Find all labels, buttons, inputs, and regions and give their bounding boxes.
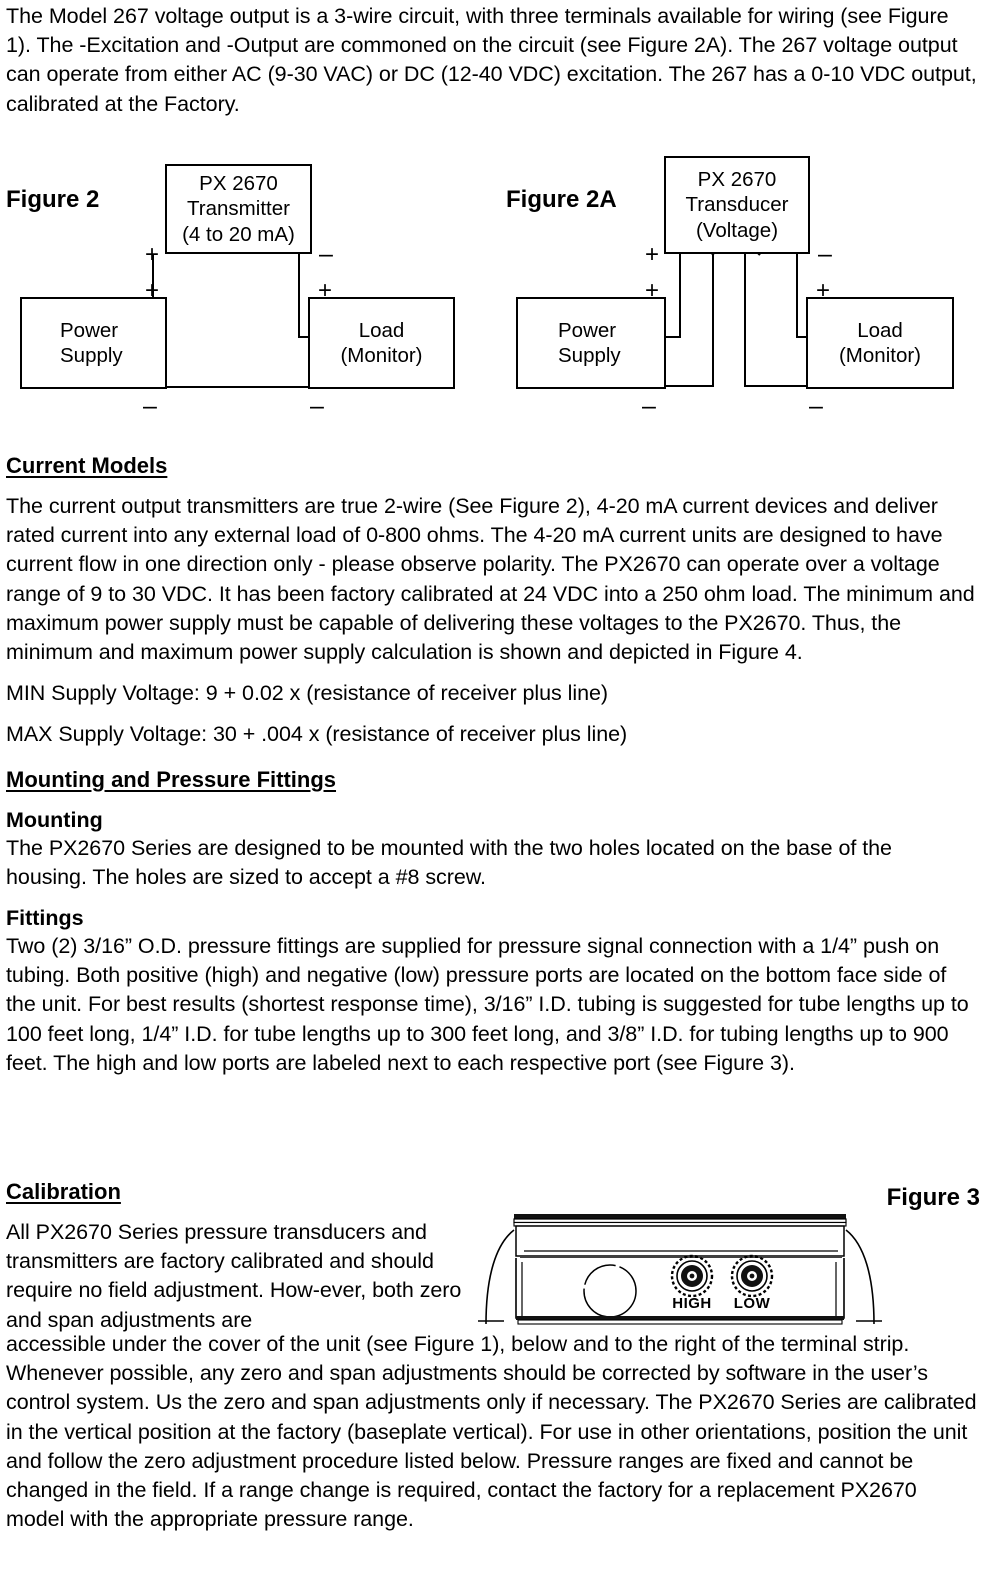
figure-3-low-port-label: LOW <box>734 1295 771 1312</box>
figure-2a: Figure 2A PX 2670 Transducer (Voltage) P… <box>494 150 988 425</box>
figure-3-high-port-label: HIGH <box>672 1295 712 1312</box>
current-models-paragraph: The current output transmitters are true… <box>6 494 975 635</box>
current-models-paragraph-continued: minimum and maximum power supply calcula… <box>6 640 803 665</box>
calibration-paragraph-continued: accessible under the cover of the unit (… <box>6 1332 977 1532</box>
figure-2a-wire-common-right-vert <box>744 250 747 387</box>
figure-2a-wire-common-left-vert <box>712 250 715 387</box>
figure-2-supply-plus-sign: + <box>145 277 160 304</box>
wiring-figures-row: Figure 2 PX 2670 Transmitter (4 to 20 mA… <box>0 150 988 425</box>
figure-2-power-supply-line1: Power <box>60 318 119 342</box>
figure-2-load-line2: (Monitor) <box>340 344 423 367</box>
figure-2a-transducer-line1: PX 2670 <box>697 167 777 191</box>
figure-2-load-plus-sign: + <box>318 277 333 304</box>
max-supply-voltage-formula: MAX Supply Voltage: 30 + .004 x (resista… <box>6 722 628 747</box>
fittings-paragraph: Two (2) 3/16” O.D. pressure fittings are… <box>6 934 969 1075</box>
intro-section: The Model 267 voltage output is a 3-wire… <box>0 2 988 119</box>
heading-mounting-and-pressure-fittings: Mounting and Pressure Fittings <box>6 766 337 792</box>
figure-3: Figure 3 HIGH LOW <box>470 1178 988 1333</box>
figure-2a-load-box: Load (Monitor) <box>806 297 954 389</box>
figure-2-power-supply-line2: Supply <box>60 344 123 367</box>
figure-2-load-line1: Load <box>358 318 405 342</box>
figure-2a-load-line2: (Monitor) <box>838 344 921 367</box>
subheading-fittings: Fittings <box>6 906 84 931</box>
calibration-continued-section: accessible under the cover of the unit (… <box>0 1330 988 1534</box>
calibration-section: Calibration All PX2670 Series pressure t… <box>0 1178 470 1335</box>
figure-2a-caption: Figure 2A <box>506 186 617 213</box>
mounting-paragraph: The PX2670 Series are designed to be mou… <box>6 835 892 889</box>
figure-2-transmitter-box: PX 2670 Transmitter (4 to 20 mA) <box>165 164 312 254</box>
figure-2a-transducer-line2: Transducer <box>685 193 789 217</box>
figure-2a-transducer-line3: (Voltage) <box>695 218 779 242</box>
document-page: The Model 267 voltage output is a 3-wire… <box>0 0 988 1596</box>
min-supply-voltage-formula: MIN Supply Voltage: 9 + 0.02 x (resistan… <box>6 681 609 706</box>
figure-2a-wire-common-left-horiz <box>659 385 714 388</box>
figure-2-supply-minus-sign: – <box>143 392 157 420</box>
body-content: Current Models The current output transm… <box>0 452 988 1078</box>
figure-2a-power-supply-line1: Power <box>558 318 617 342</box>
figure-3-device-drawing: HIGH LOW <box>478 1214 882 1325</box>
figure-2a-supply-minus-sign: – <box>642 392 656 420</box>
figure-2-load-minus-sign: – <box>310 392 324 420</box>
subheading-mounting: Mounting <box>6 807 103 832</box>
figure-2a-supply-plus-sign: + <box>645 277 660 304</box>
heading-current-models: Current Models <box>6 453 168 478</box>
figure-2a-power-supply-box: Power Supply <box>516 297 666 389</box>
intro-paragraph: The Model 267 voltage output is a 3-wire… <box>6 4 977 116</box>
figure-2-transmitter-line2: Transmitter <box>187 197 290 221</box>
figure-3-caption: Figure 3 <box>886 1184 980 1211</box>
figure-2-power-supply-box: Power Supply <box>20 297 167 389</box>
figure-2a-power-supply-line2: Supply <box>558 344 621 367</box>
figure-2a-transducer-box: PX 2670 Transducer (Voltage) <box>664 156 810 254</box>
figure-2-device-minus-sign: – <box>319 240 333 268</box>
figure-2a-load-plus-sign: + <box>816 277 831 304</box>
figure-2-transmitter-line3: (4 to 20 mA) <box>182 222 295 246</box>
figure-2-load-box: Load (Monitor) <box>308 297 455 389</box>
figure-2-transmitter-line1: PX 2670 <box>199 171 278 195</box>
figure-2-caption: Figure 2 <box>6 186 100 213</box>
figure-2a-load-line1: Load <box>857 318 903 342</box>
figure-2: Figure 2 PX 2670 Transmitter (4 to 20 mA… <box>0 150 494 425</box>
figure-2a-device-plus-sign: + <box>645 241 660 268</box>
heading-calibration: Calibration <box>6 1179 121 1204</box>
figure-2-device-plus-sign: + <box>145 241 160 268</box>
figure-2a-load-minus-sign: – <box>809 392 823 420</box>
figure-2a-device-minus-sign: – <box>818 240 832 268</box>
figure-2a-wire-output-vert <box>796 254 799 338</box>
figure-2-wire-load-vert <box>298 254 301 338</box>
figure-2a-wire-excitation-vert <box>679 254 682 338</box>
calibration-paragraph-wrapped: All PX2670 Series pressure transducers a… <box>6 1220 462 1332</box>
